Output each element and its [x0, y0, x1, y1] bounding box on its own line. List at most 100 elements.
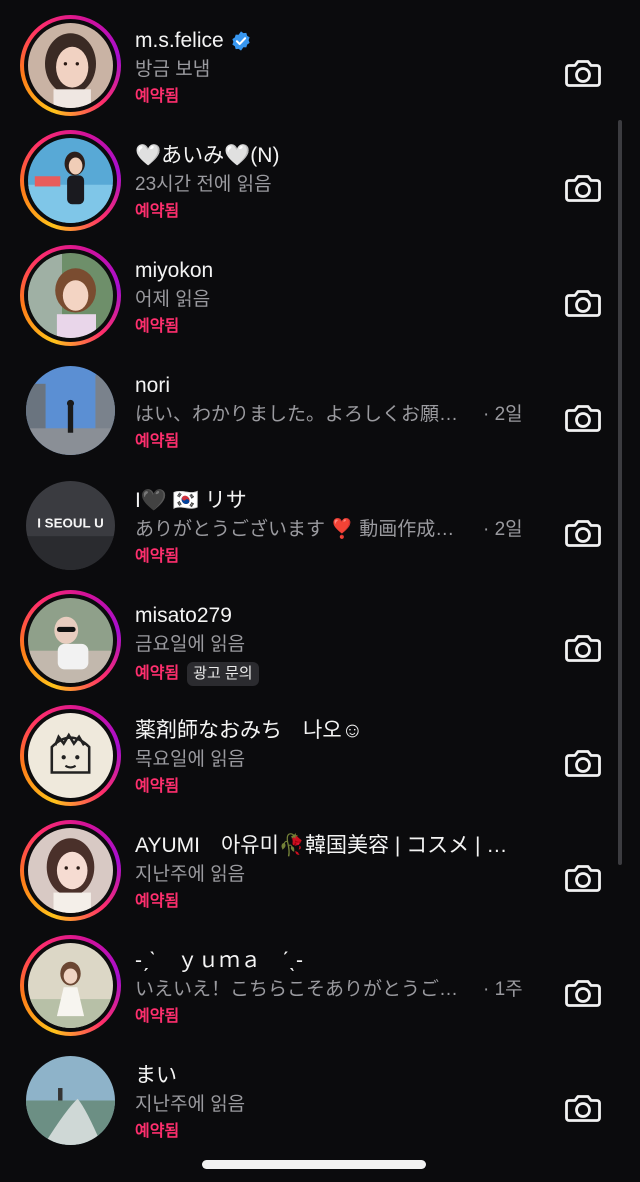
username: 🤍あいみ🤍(N): [135, 144, 280, 167]
thread-status-line: はい、わかりました。よろしくお願いします · 2일: [135, 403, 555, 427]
username: 薬剤師なおみち 나오☺: [135, 719, 364, 742]
avatar-image: [26, 1056, 115, 1145]
thread-tag-line: 예약됨: [135, 317, 555, 337]
story-ring-avatar[interactable]: [20, 130, 121, 231]
username: I🖤 🇰🇷 リサ: [135, 489, 247, 512]
scheduled-label: 예약됨: [135, 318, 180, 335]
thread-row[interactable]: -ˏˋ ｙｕｍａ ˊˎ- いえいえ！こちらこそありがとうございます · 1주예약됨: [0, 920, 640, 1036]
camera-icon[interactable]: [563, 512, 603, 552]
thread-row[interactable]: 薬剤師なおみち 나오☺ 목요일에 읽음예약됨: [0, 690, 640, 806]
avatar-image: [28, 138, 113, 223]
thread-tag-line: 예약됨: [135, 892, 555, 912]
thread-name-line: miyokon: [135, 258, 555, 284]
scrollbar[interactable]: [618, 120, 622, 865]
thread-name-line: まい: [135, 1063, 555, 1089]
thread-row[interactable]: I SEOUL U I🖤 🇰🇷 リサありがとうございます ❣️ 動画作成の件 · 2…: [0, 460, 640, 575]
scheduled-label: 예약됨: [135, 778, 180, 795]
message-preview: 지난주에 읽음: [135, 1094, 246, 1115]
message-time: · 1주: [483, 979, 523, 1000]
thread-status-line: 방금 보냄: [135, 58, 555, 82]
username: m.s.felice: [135, 29, 224, 52]
thread-row[interactable]: misato279 금요일에 읽음예약됨 광고 문의: [0, 575, 640, 691]
thread-row[interactable]: m.s.felice 방금 보냄예약됨: [0, 0, 640, 116]
home-indicator[interactable]: [202, 1160, 426, 1169]
message-preview: 목요일에 읽음: [135, 749, 246, 770]
message-time: · 2일: [483, 519, 523, 540]
message-preview: はい、わかりました。よろしくお願いします: [135, 404, 465, 425]
svg-text:I SEOUL U: I SEOUL U: [37, 515, 103, 530]
camera-icon[interactable]: [563, 282, 603, 322]
thread-name-line: -ˏˋ ｙｕｍａ ˊˎ-: [135, 948, 555, 974]
thread-tag-line: 예약됨: [135, 87, 555, 107]
camera-icon[interactable]: [563, 972, 603, 1012]
ad-inquiry-badge: 광고 문의: [187, 662, 259, 686]
thread-texts: まい 지난주에 읽음예약됨: [135, 1063, 555, 1142]
message-preview: いえいえ！こちらこそありがとうございます: [135, 979, 465, 1000]
thread-row[interactable]: miyokon 어제 읽음예약됨: [0, 230, 640, 346]
thread-tag-line: 예약됨: [135, 1122, 555, 1142]
camera-icon[interactable]: [563, 857, 603, 897]
thread-status-line: 어제 읽음: [135, 288, 555, 312]
avatar[interactable]: [20, 1050, 121, 1151]
avatar-image: [28, 943, 113, 1028]
thread-name-line: I🖤 🇰🇷 リサ: [135, 488, 555, 514]
username: まい: [135, 1064, 177, 1087]
story-ring-avatar[interactable]: [20, 705, 121, 806]
avatar-image: [28, 253, 113, 338]
thread-tag-line: 예약됨: [135, 1007, 555, 1027]
direct-messages-screen: m.s.felice 방금 보냄 예약됨 🤍あいみ🤍(N) 23시간 전에 읽음 예약됨 m…: [0, 0, 640, 1182]
thread-row[interactable]: 🤍あいみ🤍(N) 23시간 전에 읽음예약됨: [0, 115, 640, 231]
thread-texts: AYUMI 아유미🥀韓国美容 | コスメ | 美容皮膚科 지난주에 읽음예약됨: [135, 833, 555, 912]
message-preview: 지난주에 읽음: [135, 864, 246, 885]
message-preview: 23시간 전에 읽음: [135, 174, 272, 195]
thread-row[interactable]: AYUMI 아유미🥀韓国美容 | コスメ | 美容皮膚科 지난주에 읽음예약됨: [0, 805, 640, 921]
avatar-image: [28, 828, 113, 913]
story-ring-avatar[interactable]: [20, 15, 121, 116]
thread-texts: m.s.felice 방금 보냄예약됨: [135, 28, 555, 107]
message-preview: ありがとうございます ❣️ 動画作成の件: [135, 519, 465, 540]
thread-status-line: 지난주에 읽음: [135, 1093, 555, 1117]
thread-tag-line: 예약됨: [135, 432, 555, 452]
avatar-image: [26, 366, 115, 455]
story-ring-avatar[interactable]: [20, 935, 121, 1036]
camera-icon[interactable]: [563, 627, 603, 667]
thread-tag-line: 예약됨: [135, 777, 555, 797]
camera-icon[interactable]: [563, 167, 603, 207]
thread-tag-line: 예약됨: [135, 202, 555, 222]
thread-texts: nori はい、わかりました。よろしくお願いします · 2일예약됨: [135, 373, 555, 452]
camera-icon[interactable]: [563, 742, 603, 782]
avatar-image: [28, 23, 113, 108]
story-ring-avatar[interactable]: [20, 245, 121, 346]
thread-tag-line: 예약됨: [135, 547, 555, 567]
message-preview: 어제 읽음: [135, 289, 211, 310]
scheduled-label: 예약됨: [135, 665, 180, 682]
message-preview: 방금 보냄: [135, 59, 211, 80]
verified-badge-icon: [230, 30, 252, 52]
message-preview: 금요일에 읽음: [135, 634, 246, 655]
username: -ˏˋ ｙｕｍａ ˊˎ-: [135, 949, 303, 972]
thread-status-line: ありがとうございます ❣️ 動画作成の件 · 2일: [135, 518, 555, 542]
thread-texts: -ˏˋ ｙｕｍａ ˊˎ- いえいえ！こちらこそありがとうございます · 1주예약됨: [135, 948, 555, 1027]
avatar[interactable]: I SEOUL U: [20, 475, 121, 576]
scheduled-label: 예약됨: [135, 433, 180, 450]
thread-texts: I🖤 🇰🇷 リサありがとうございます ❣️ 動画作成の件 · 2일예약됨: [135, 488, 555, 567]
scheduled-label: 예약됨: [135, 893, 180, 910]
thread-status-line: 지난주에 읽음: [135, 863, 555, 887]
story-ring-avatar[interactable]: [20, 820, 121, 921]
thread-name-line: AYUMI 아유미🥀韓国美容 | コスメ | 美容皮膚科: [135, 833, 555, 859]
thread-row[interactable]: まい 지난주에 읽음예약됨: [0, 1035, 640, 1150]
scheduled-label: 예약됨: [135, 1123, 180, 1140]
avatar[interactable]: [20, 360, 121, 461]
thread-status-line: いえいえ！こちらこそありがとうございます · 1주: [135, 978, 555, 1002]
camera-icon[interactable]: [563, 52, 603, 92]
thread-status-line: 목요일에 읽음: [135, 748, 555, 772]
story-ring-avatar[interactable]: [20, 590, 121, 691]
camera-icon[interactable]: [563, 397, 603, 437]
avatar-image: [28, 598, 113, 683]
camera-icon[interactable]: [563, 1087, 603, 1127]
username: nori: [135, 374, 171, 397]
thread-texts: misato279 금요일에 읽음예약됨 광고 문의: [135, 603, 555, 686]
thread-row[interactable]: nori はい、わかりました。よろしくお願いします · 2일예약됨: [0, 345, 640, 460]
avatar-image: [28, 713, 113, 798]
username: misato279: [135, 604, 232, 627]
